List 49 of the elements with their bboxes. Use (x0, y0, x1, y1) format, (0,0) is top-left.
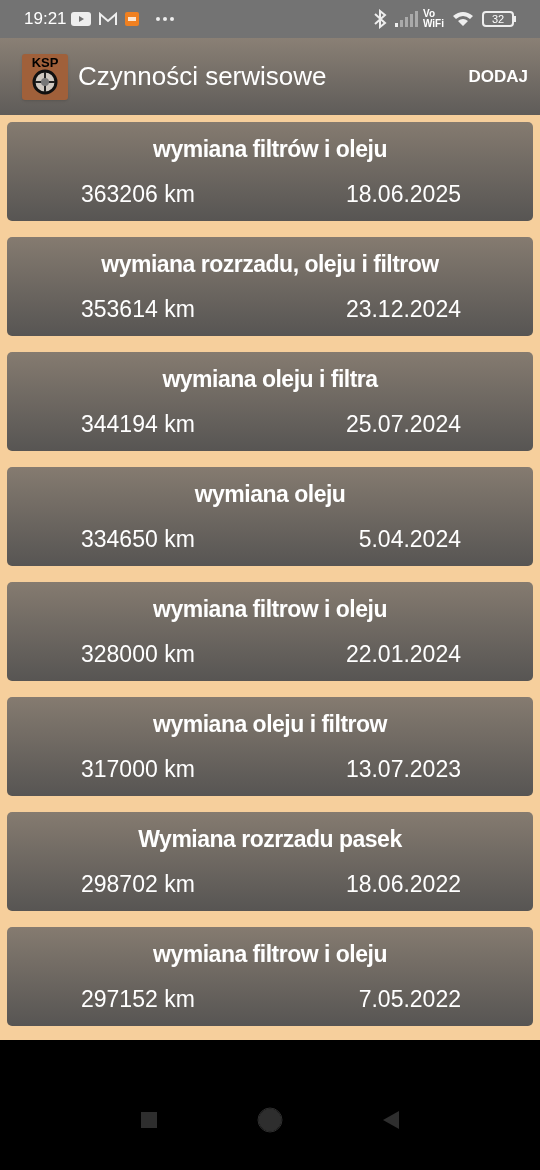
service-title: wymiana filtrow i oleju (153, 940, 387, 969)
mileage: 298702 km (80, 869, 196, 899)
wifi-icon (452, 11, 474, 27)
mileage: 328000 km (80, 639, 196, 669)
service-date: 7.05.2022 (357, 984, 462, 1014)
service-title: wymiana filtrów i oleju (153, 135, 387, 164)
service-date: 25.07.2024 (344, 409, 462, 439)
bluetooth-icon (373, 9, 387, 29)
mileage: 344194 km (80, 409, 196, 439)
service-card[interactable]: wymiana filtrow i oleju 297152 km 7.05.2022 (7, 927, 533, 1026)
vowifi-text: WiFi (423, 19, 444, 29)
play-icon (70, 12, 91, 26)
back-icon[interactable] (383, 1111, 399, 1129)
home-icon[interactable] (257, 1107, 283, 1133)
service-title: wymiana oleju (194, 480, 346, 509)
app-logo: KSP (22, 53, 68, 100)
recents-icon[interactable] (141, 1112, 157, 1128)
service-card[interactable]: wymiana rozrzadu, oleju i filtrow 353614 km 23.12.2024 (7, 237, 533, 336)
service-title: Wymiana rozrzadu pasek (138, 825, 402, 854)
mileage: 363206 km (80, 179, 196, 209)
clock: 19:21 (24, 8, 67, 31)
more-icon (154, 16, 175, 22)
service-date: 5.04.2024 (357, 524, 462, 554)
service-card[interactable]: wymiana oleju 334650 km 5.04.2024 (7, 467, 533, 566)
add-button[interactable]: DODAJ (468, 63, 528, 90)
service-card[interactable]: Wymiana rozrzadu pasek 298702 km 18.06.2022 (7, 812, 533, 911)
service-date: 18.06.2022 (344, 869, 462, 899)
app-notification-icon (124, 12, 139, 26)
service-card[interactable]: wymiana filtrow i oleju 328000 km 22.01.2024 (7, 582, 533, 681)
battery-icon: 32 (482, 11, 516, 27)
service-title: wymiana rozrzadu, oleju i filtrow (101, 250, 439, 279)
service-title: wymiana oleju i filtra (162, 365, 378, 394)
service-date: 18.06.2025 (344, 179, 462, 209)
mileage: 334650 km (80, 524, 196, 554)
mileage: 353614 km (80, 294, 196, 324)
service-title: wymiana oleju i filtrow (153, 710, 387, 739)
service-date: 23.12.2024 (344, 294, 462, 324)
mileage: 317000 km (80, 754, 196, 784)
signal-icon (395, 11, 419, 27)
service-title: wymiana filtrow i oleju (153, 595, 387, 624)
mail-icon (98, 12, 117, 26)
service-card[interactable]: wymiana filtrów i oleju 363206 km 18.06.2025 (7, 122, 533, 221)
screen-title: Czynności serwisowe (78, 60, 327, 93)
service-card[interactable]: wymiana oleju i filtrow 317000 km 13.07.2023 (7, 697, 533, 796)
mileage: 297152 km (80, 984, 196, 1014)
service-card[interactable]: wymiana oleju i filtra 344194 km 25.07.2024 (7, 352, 533, 451)
vowifi-text: Vo (423, 9, 437, 19)
service-date: 22.01.2024 (344, 639, 462, 669)
service-date: 13.07.2023 (344, 754, 462, 784)
